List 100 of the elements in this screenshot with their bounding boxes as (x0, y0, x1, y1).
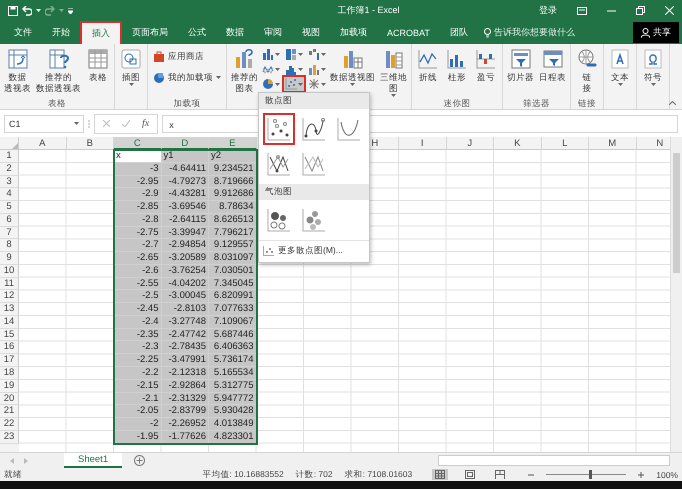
vertical-scrollbar[interactable] (670, 137, 682, 452)
ribbon-button[interactable]: 折线 (414, 46, 442, 83)
ribbon-tab[interactable]: 视图 (292, 21, 330, 44)
chart-type-button[interactable] (261, 47, 281, 61)
column-header[interactable]: C (114, 137, 162, 150)
column-header[interactable]: E (209, 137, 256, 150)
caret-icon (74, 122, 79, 125)
chart-type-button[interactable] (261, 77, 281, 91)
column-header[interactable]: L (542, 137, 589, 150)
restore-icon[interactable] (636, 6, 645, 15)
store-icon (153, 50, 165, 63)
sheet-tab[interactable]: Sheet1 (64, 453, 122, 468)
row-number: 1 (0, 150, 19, 163)
undo-icon[interactable] (22, 6, 32, 16)
add-sheet-icon[interactable] (134, 455, 146, 466)
close-icon[interactable] (665, 6, 674, 15)
row-number: 7 (0, 226, 19, 240)
table-cell: -1.95 (114, 430, 162, 444)
table-cell: -3.69546 (162, 201, 209, 214)
column-chart-icon (262, 48, 274, 60)
column-header[interactable]: D (162, 137, 209, 150)
ribbon-button[interactable]: 表格 (84, 46, 112, 83)
ribbon-tab[interactable]: 加载项 (330, 21, 377, 44)
zoom-in-icon[interactable] (638, 472, 644, 478)
ribbon-button[interactable]: 盈亏 (472, 46, 500, 83)
table-cell: 9.129557 (209, 239, 256, 252)
table-icon (86, 47, 110, 71)
chart-type-button[interactable] (284, 47, 304, 61)
table-cell: -3.20589 (162, 252, 209, 265)
customize-icon[interactable] (68, 8, 73, 14)
table-cell: 6.406363 (209, 341, 256, 354)
table-cell: -2.78435 (162, 341, 209, 354)
row-number: 23 (0, 430, 19, 444)
table-cell: -2.1 (114, 392, 162, 406)
share-button[interactable]: 共享 (633, 22, 679, 43)
column-header[interactable]: M (589, 137, 636, 150)
ribbon-display-icon[interactable] (577, 6, 587, 14)
chart-type-button[interactable] (307, 77, 327, 91)
slider-thumb[interactable] (589, 470, 592, 479)
ribbon-button[interactable]: 数据 透视表 (2, 46, 33, 94)
name-box[interactable]: C1 (4, 114, 84, 132)
ribbon-tab[interactable]: 插入 (80, 21, 122, 44)
table-cell: -4.64411 (162, 162, 209, 176)
ribbon-button[interactable]: 推荐的 数据透视表 (34, 46, 83, 94)
tell-me-field[interactable]: 告诉我你想要做什么 (494, 26, 575, 39)
chart-type-option[interactable] (263, 113, 295, 145)
row-number: 2 (0, 162, 19, 176)
insert-function-button[interactable]: fx (142, 118, 150, 129)
caret-icon (59, 9, 64, 12)
smooth-line-icon (336, 116, 362, 142)
row-number: 4 (0, 188, 19, 202)
zoom-out-icon[interactable] (528, 472, 534, 478)
view-button[interactable] (432, 469, 448, 480)
ribbon-button[interactable]: 链 接 (573, 46, 601, 94)
column-header[interactable]: J (446, 137, 494, 150)
ribbon-button[interactable]: 数据透视图 (328, 46, 377, 87)
pivot-table-icon (6, 47, 30, 71)
ribbon-tab[interactable]: 审阅 (254, 21, 292, 44)
ribbon-tab[interactable]: 页面布局 (122, 21, 178, 44)
menu-item[interactable]: 更多散点图(M)... (259, 240, 369, 262)
ribbon-button[interactable]: 应用商店 (150, 48, 224, 65)
table-cell: -1.77626 (162, 430, 209, 444)
ribbon-tab[interactable]: ACROBAT (377, 21, 440, 44)
table-cell: 9.912686 (209, 188, 256, 202)
ribbon-button[interactable]: 文本 (606, 46, 634, 87)
ribbon-tab[interactable]: 公式 (178, 21, 216, 44)
column-header[interactable]: B (66, 137, 114, 150)
ribbon-tab[interactable]: 团队 (440, 21, 478, 44)
radar-chart-icon (308, 78, 320, 90)
save-icon[interactable] (8, 6, 18, 16)
chart-type-button[interactable] (307, 47, 327, 61)
ribbon-button[interactable]: 柱形 (443, 46, 471, 83)
chart-type-button[interactable] (284, 77, 304, 91)
table-cell: 5.736174 (209, 354, 256, 368)
table-cell: -2.15 (114, 380, 162, 393)
column-header[interactable]: K (494, 137, 542, 150)
zoom-level[interactable]: 100% (656, 470, 678, 480)
ribbon-button[interactable]: 插图 (117, 46, 145, 87)
column-header[interactable]: I (399, 137, 446, 150)
ribbon-button[interactable]: 符号 (639, 46, 667, 87)
ribbon-button[interactable]: 三维地 图 (378, 46, 409, 98)
ribbon-tab[interactable]: 开始 (42, 21, 80, 44)
ribbon-button[interactable]: 日程表 (537, 46, 568, 83)
table-cell: 4.013849 (209, 418, 256, 431)
ribbon-button[interactable]: 我的加载项 (150, 69, 224, 86)
page-break-icon (495, 470, 506, 479)
column-header[interactable]: A (19, 137, 66, 150)
chart-type-button[interactable] (307, 62, 327, 76)
ribbon-tab[interactable]: 文件 (4, 21, 42, 44)
sign-in-link[interactable]: 登录 (539, 4, 557, 17)
horizontal-scrollbar[interactable] (438, 455, 670, 466)
ribbon-tab[interactable]: 数据 (216, 21, 254, 44)
ribbon-button[interactable]: 切片器 (505, 46, 536, 83)
row-number: 17 (0, 354, 19, 368)
ribbon-button[interactable]: 推荐的 图表 (229, 46, 260, 94)
triangle-icon (12, 143, 18, 149)
table-cell: 6.820991 (209, 290, 256, 304)
collapse-ribbon-icon[interactable] (669, 101, 676, 105)
table-cell: 8.78634 (209, 201, 256, 214)
table-cell: 8.719666 (209, 176, 256, 188)
